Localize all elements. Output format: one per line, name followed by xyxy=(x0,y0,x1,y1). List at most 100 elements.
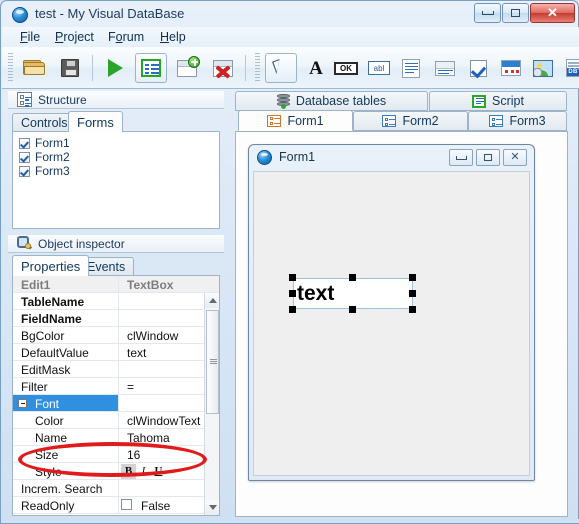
property-row-filter[interactable]: Filter = xyxy=(13,378,219,395)
menu-help[interactable]: Help xyxy=(154,29,192,45)
resize-handle-w[interactable] xyxy=(289,290,296,297)
letter-a-icon: A xyxy=(309,57,323,79)
datagrid-tool-button[interactable]: DBT xyxy=(560,53,579,83)
button-tool-button[interactable]: OK xyxy=(330,53,362,83)
property-grid-scrollbar[interactable] xyxy=(204,293,219,515)
prop-value-fontname[interactable]: Tahoma xyxy=(127,431,170,445)
tab-properties[interactable]: Properties xyxy=(12,255,90,276)
delete-form-button[interactable] xyxy=(207,53,239,83)
select-tool-button[interactable] xyxy=(265,53,297,83)
design-control-textbox[interactable]: text xyxy=(293,278,413,309)
scrollbar-thumb[interactable] xyxy=(206,310,219,414)
scroll-down-button[interactable] xyxy=(205,500,219,515)
property-row-font-style[interactable]: Style B I U xyxy=(13,463,219,480)
property-row-tablename[interactable]: TableName xyxy=(13,293,219,310)
object-name: Edit1 xyxy=(21,278,51,292)
menu-file[interactable]: File xyxy=(14,29,46,45)
label-tool-button[interactable]: A xyxy=(300,53,332,83)
scrollbar-grip xyxy=(210,359,217,365)
checkbox-tool-button[interactable] xyxy=(462,53,494,83)
close-button[interactable]: ✕ xyxy=(530,3,575,23)
resize-handle-nw[interactable] xyxy=(289,274,296,281)
readonly-checkbox[interactable] xyxy=(121,499,132,510)
property-row-font-name[interactable]: Name Tahoma xyxy=(13,429,219,446)
prop-value-color[interactable]: clWindowText xyxy=(127,414,200,428)
form2-checkbox[interactable] xyxy=(19,151,30,163)
prop-name-readonly: ReadOnly xyxy=(21,499,75,513)
minimize-button[interactable] xyxy=(474,3,501,23)
collapse-font-icon[interactable] xyxy=(18,399,27,408)
dbt-label: DBT xyxy=(568,69,579,75)
image-tool-button[interactable] xyxy=(527,53,559,83)
menu-project[interactable]: Project xyxy=(49,29,100,45)
checkbox-icon xyxy=(469,59,487,77)
resize-handle-e[interactable] xyxy=(409,290,416,297)
tab-database-tables[interactable]: Database tables xyxy=(235,91,428,111)
form-list-icon xyxy=(141,59,161,77)
list-item-form2[interactable]: Form2 xyxy=(19,150,70,164)
bold-button[interactable]: B xyxy=(121,463,136,479)
property-row-defaultvalue[interactable]: DefaultValue text xyxy=(13,344,219,361)
tab-controls[interactable]: Controls xyxy=(12,113,77,132)
prop-value-defaultvalue[interactable]: text xyxy=(127,346,146,360)
design-maximize-button[interactable] xyxy=(476,149,500,166)
resize-handle-se[interactable] xyxy=(409,306,416,313)
cursor-arrow-icon xyxy=(274,60,288,77)
resize-handle-ne[interactable] xyxy=(409,274,416,281)
list-item-form3[interactable]: Form3 xyxy=(19,164,70,178)
tab-forms[interactable]: Forms xyxy=(68,111,123,132)
property-row-readonly[interactable]: ReadOnly False xyxy=(13,497,219,514)
tab-form3[interactable]: Form3 xyxy=(468,111,567,131)
tab-form1[interactable]: Form1 xyxy=(238,110,353,131)
tab-properties-label: Properties xyxy=(21,258,81,274)
tab-script[interactable]: Script xyxy=(429,91,567,111)
tab-form2-label: Form2 xyxy=(402,114,439,128)
maximize-button[interactable] xyxy=(502,3,529,23)
new-form-button[interactable] xyxy=(171,53,203,83)
design-close-button[interactable]: ✕ xyxy=(503,149,527,166)
run-project-button[interactable] xyxy=(99,53,131,83)
title-bar: test - My Visual DataBase ✕ xyxy=(2,2,579,27)
prop-name-fieldname: FieldName xyxy=(21,312,82,326)
toolbar-grip-main[interactable] xyxy=(8,53,13,83)
toolbar-grip-controls[interactable] xyxy=(255,53,260,83)
resize-handle-sw[interactable] xyxy=(289,306,296,313)
form3-checkbox[interactable] xyxy=(19,165,30,177)
property-row-editmask[interactable]: EditMask xyxy=(13,361,219,378)
prop-value-filter[interactable]: = xyxy=(127,380,134,394)
property-grid[interactable]: Edit1 TextBox TableName FieldName BgColo… xyxy=(12,275,220,516)
property-row-font-color[interactable]: Color clWindowText xyxy=(13,412,219,429)
property-row-bgcolor[interactable]: BgColor clWindow xyxy=(13,327,219,344)
prop-value-fontsize[interactable]: 16 xyxy=(127,448,140,462)
combobox-icon xyxy=(435,60,455,76)
combobox-tool-button[interactable] xyxy=(429,53,461,83)
tab-form2[interactable]: Form2 xyxy=(353,111,468,131)
list-item-form1[interactable]: Form1 xyxy=(19,136,70,150)
resize-handle-s[interactable] xyxy=(349,306,356,313)
save-project-button[interactable] xyxy=(54,53,86,83)
underline-button[interactable]: U xyxy=(151,464,166,479)
tab-controls-label: Controls xyxy=(21,116,68,130)
form1-checkbox[interactable] xyxy=(19,137,30,149)
datepicker-tool-button[interactable] xyxy=(495,53,527,83)
design-form-window[interactable]: Form1 ✕ text xyxy=(248,144,535,481)
forms-listbox[interactable]: Form1 Form2 Form3 xyxy=(12,131,220,229)
resize-handle-n[interactable] xyxy=(349,274,356,281)
scroll-up-button[interactable] xyxy=(205,293,219,308)
design-form-client-area[interactable]: text xyxy=(253,171,530,476)
open-project-button[interactable] xyxy=(18,53,50,83)
design-surface[interactable]: Form1 ✕ text xyxy=(235,131,568,517)
design-minimize-button[interactable] xyxy=(449,149,473,166)
memo-tool-button[interactable] xyxy=(395,53,427,83)
property-row-font-size[interactable]: Size 16 xyxy=(13,446,219,463)
menu-forum[interactable]: Forum xyxy=(102,29,150,45)
prop-value-bgcolor[interactable]: clWindow xyxy=(127,329,178,343)
italic-button[interactable]: I xyxy=(136,464,151,479)
tab-events-label: Events xyxy=(87,260,126,274)
property-row-font[interactable]: Font xyxy=(13,395,219,412)
property-row-fieldname[interactable]: FieldName xyxy=(13,310,219,327)
property-row-increm-search[interactable]: Increm. Search xyxy=(13,480,219,497)
form-icon xyxy=(382,115,397,127)
textbox-tool-button[interactable]: abl xyxy=(363,53,395,83)
form-designer-button[interactable] xyxy=(135,53,167,83)
